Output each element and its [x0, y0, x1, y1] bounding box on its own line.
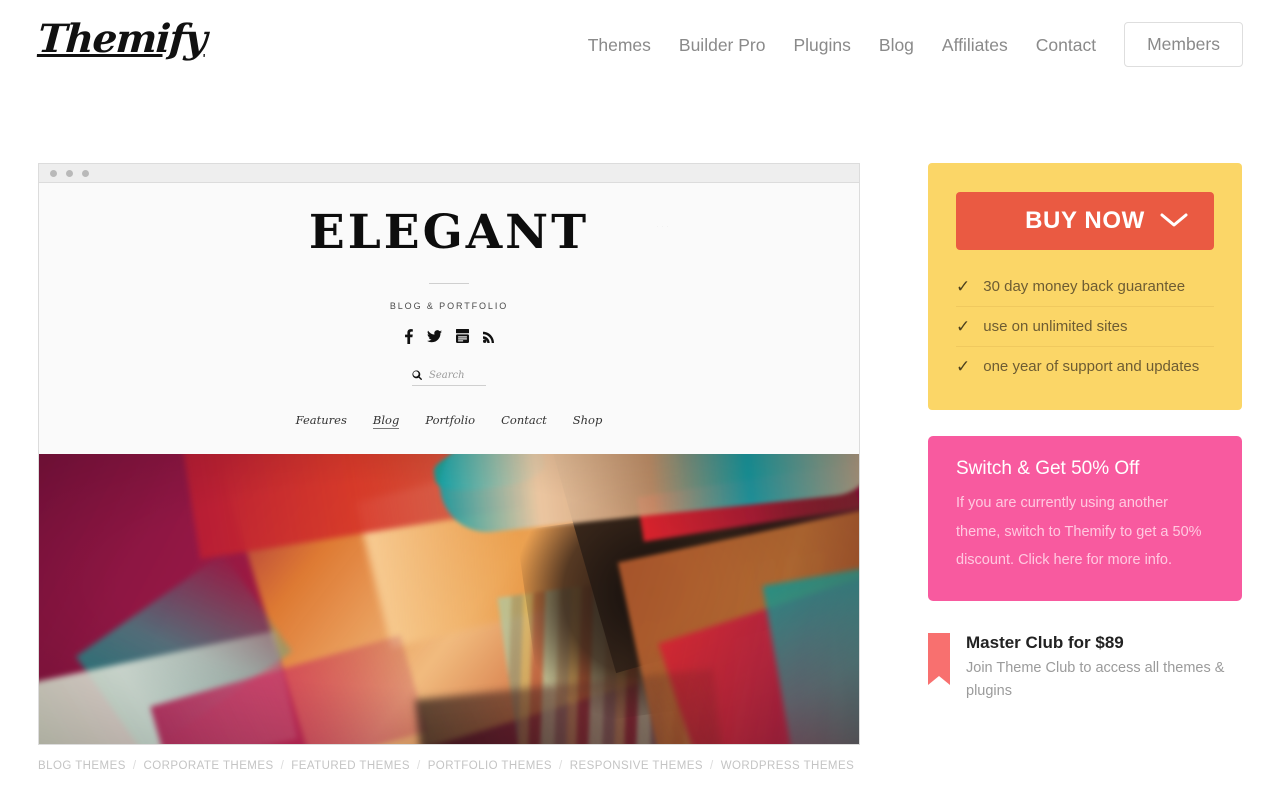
tag-featured-themes[interactable]: FEATURED THEMES — [291, 760, 410, 772]
browser-mockup[interactable]: ··· ELEGANT BLOG & PORTFOLIO Search Feat… — [38, 163, 860, 745]
sidebar: BUY NOW ✓ 30 day money back guarantee ✓ … — [928, 163, 1242, 703]
members-button[interactable]: Members — [1124, 22, 1243, 67]
preview-nav-portfolio[interactable]: Portfolio — [425, 413, 475, 429]
preview-tagline: BLOG & PORTFOLIO — [389, 300, 509, 311]
nav-item-blog[interactable]: Blog — [865, 23, 928, 67]
nav-item-builder-pro[interactable]: Builder Pro — [665, 23, 780, 67]
perk-item: ✓ use on unlimited sites — [956, 306, 1214, 346]
tag-portfolio-themes[interactable]: PORTFOLIO THEMES — [428, 760, 552, 772]
buy-now-label: BUY NOW — [1025, 207, 1145, 234]
check-icon: ✓ — [956, 277, 971, 296]
window-dot-maximize — [82, 169, 89, 177]
tag-separator: / — [280, 760, 285, 772]
master-club-body: Join Theme Club to access all themes & p… — [966, 660, 1225, 700]
nav-item-contact[interactable]: Contact — [1022, 23, 1110, 67]
tag-separator: / — [710, 760, 714, 772]
tag-corporate-themes[interactable]: CORPORATE THEMES — [143, 760, 273, 772]
search-icon — [412, 370, 422, 380]
window-dot-close — [50, 169, 57, 177]
check-icon: ✓ — [956, 317, 971, 336]
preview-nav-features[interactable]: Features — [296, 413, 347, 429]
perk-item: ✓ one year of support and updates — [956, 346, 1214, 386]
buy-perks-list: ✓ 30 day money back guarantee ✓ use on u… — [956, 267, 1214, 386]
rss-icon[interactable] — [482, 330, 495, 343]
tag-separator: / — [417, 760, 421, 772]
master-club-promo[interactable]: Master Club for $89 Join Theme Club to a… — [928, 633, 1242, 703]
theme-showcase: ··· ELEGANT BLOG & PORTFOLIO Search Feat… — [38, 163, 860, 772]
buy-panel: BUY NOW ✓ 30 day money back guarantee ✓ … — [928, 163, 1242, 410]
perk-label: one year of support and updates — [983, 358, 1200, 375]
nav-item-themes[interactable]: Themes — [574, 23, 665, 67]
twitter-icon[interactable] — [426, 329, 442, 343]
perk-label: use on unlimited sites — [983, 318, 1128, 335]
main-navigation: Themes Builder Pro Plugins Blog Affiliat… — [574, 22, 1243, 67]
preview-hero-artwork — [39, 454, 859, 744]
preview-header: ··· ELEGANT BLOG & PORTFOLIO Search Feat… — [39, 183, 859, 454]
perk-label: 30 day money back guarantee — [983, 278, 1186, 295]
ribbon-icon — [928, 633, 950, 703]
preview-search-field[interactable]: Search — [412, 370, 486, 386]
nav-item-plugins[interactable]: Plugins — [779, 23, 864, 67]
preview-nav-blog[interactable]: Blog — [372, 413, 400, 429]
preview-social-links — [404, 328, 495, 344]
window-dot-minimize — [66, 169, 73, 177]
facebook-icon[interactable] — [404, 328, 413, 344]
site-header: Themify Themes Builder Pro Plugins Blog … — [0, 0, 1265, 88]
check-icon: ✓ — [956, 357, 971, 376]
buy-now-button[interactable]: BUY NOW — [956, 192, 1214, 250]
perk-item: ✓ 30 day money back guarantee — [956, 267, 1214, 306]
tag-wordpress-themes[interactable]: WORDPRESS THEMES — [721, 760, 855, 772]
switch-promo-title: Switch & Get 50% Off — [956, 458, 1140, 479]
themify-logo[interactable]: Themify — [36, 16, 207, 62]
preview-navigation: Features Blog Portfolio Contact Shop — [296, 413, 603, 429]
preview-nav-shop[interactable]: Shop — [573, 413, 603, 429]
theme-category-tags: BLOG THEMES / CORPORATE THEMES / FEATURE… — [38, 760, 860, 772]
youtube-icon[interactable] — [455, 329, 469, 344]
chevron-down-icon — [1160, 207, 1188, 235]
preview-nav-contact[interactable]: Contact — [501, 413, 547, 429]
tag-separator: / — [132, 760, 137, 772]
switch-promo-body: If you are currently using another theme… — [956, 495, 1202, 569]
tag-blog-themes[interactable]: BLOG THEMES — [38, 760, 126, 772]
preview-site-title: ELEGANT — [308, 205, 590, 260]
tag-responsive-themes[interactable]: RESPONSIVE THEMES — [570, 760, 703, 772]
switch-promo-panel[interactable]: Switch & Get 50% Off If you are currentl… — [928, 436, 1242, 602]
nav-item-affiliates[interactable]: Affiliates — [928, 23, 1022, 67]
preview-search-placeholder: Search — [429, 369, 465, 381]
browser-titlebar — [39, 164, 859, 183]
tag-separator: / — [559, 760, 563, 772]
preview-divider — [429, 282, 469, 284]
master-club-title: Master Club for $89 — [966, 633, 1124, 653]
preview-faint-artifact: ··· — [656, 221, 671, 231]
